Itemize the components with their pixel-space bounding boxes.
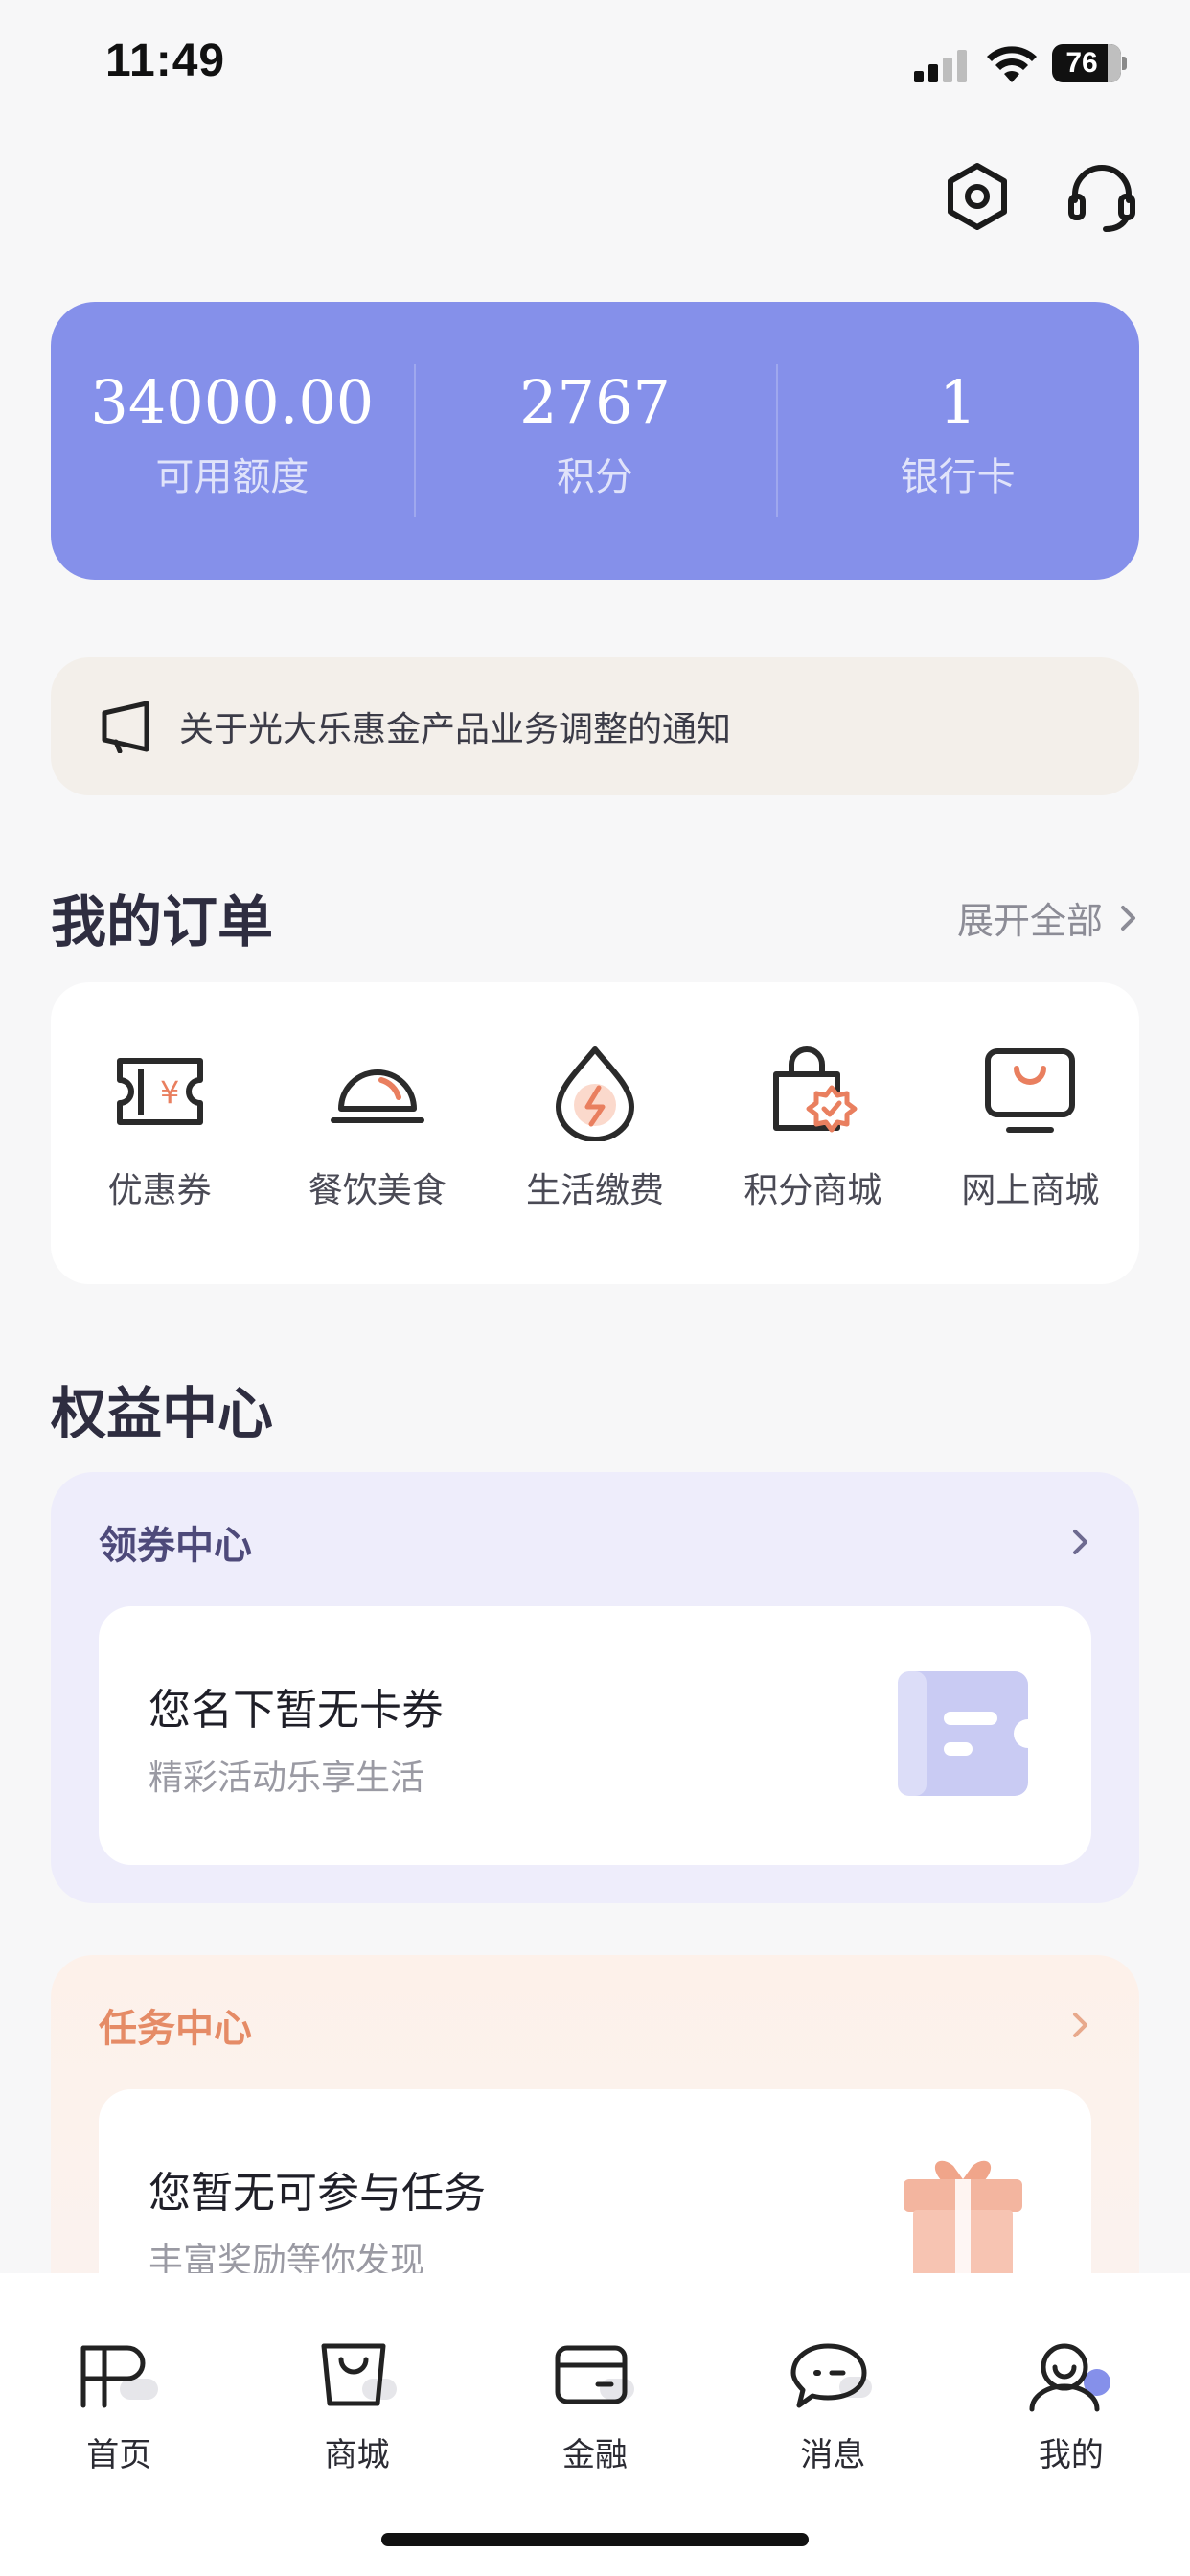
gift-box-icon — [904, 2160, 1022, 2279]
message-icon — [790, 2343, 873, 2408]
stat-bank-cards[interactable]: 1 银行卡 — [776, 364, 1139, 518]
notice-text: 关于光大乐惠金产品业务调整的通知 — [179, 710, 732, 749]
account-stats-card: 34000.00 可用额度 2767 积分 1 银行卡 — [51, 302, 1139, 580]
order-item-coupon[interactable]: ¥ 优惠券 — [51, 982, 268, 1284]
stat-available-credit[interactable]: 34000.00 可用额度 — [51, 364, 414, 518]
order-label: 网上商城 — [961, 1171, 1100, 1210]
stat-label: 可用额度 — [155, 455, 309, 499]
cellular-signal-icon — [914, 50, 967, 82]
orders-card: ¥ 优惠券 餐饮美食 生活缴费 积分商城 网上商城 — [51, 982, 1139, 1284]
stat-value: 1 — [938, 367, 977, 437]
order-label: 生活缴费 — [526, 1171, 665, 1210]
chevron-right-icon — [1121, 905, 1135, 931]
profile-icon — [1029, 2343, 1110, 2412]
task-empty-title: 您暂无可参与任务 — [149, 2169, 486, 2218]
notice-banner[interactable]: 关于光大乐惠金产品业务调整的通知 — [51, 657, 1139, 795]
order-item-points-mall[interactable]: 积分商城 — [704, 982, 922, 1284]
chevron-right-icon[interactable] — [1070, 1526, 1091, 1558]
svg-text:¥: ¥ — [160, 1074, 179, 1111]
status-time: 11:49 — [105, 35, 226, 86]
tab-finance[interactable]: 金融 — [476, 2273, 714, 2576]
tab-messages[interactable]: 消息 — [714, 2273, 951, 2576]
battery-level: 76 — [1065, 47, 1098, 79]
order-label: 积分商城 — [744, 1171, 882, 1210]
utility-drop-icon — [556, 1046, 634, 1141]
coupon-center-title[interactable]: 领券中心 — [99, 1514, 252, 1570]
stat-label: 积分 — [557, 455, 633, 499]
stat-value: 34000.00 — [90, 367, 375, 437]
settings-hexagon-icon[interactable] — [939, 158, 1016, 235]
wifi-icon — [987, 46, 1037, 82]
expand-all-link[interactable]: 展开全部 — [957, 891, 1139, 944]
tab-label: 我的 — [1038, 2436, 1104, 2474]
tab-home[interactable]: 首页 — [0, 2273, 238, 2576]
coupon-icon: ¥ — [116, 1058, 203, 1125]
points-bag-icon — [773, 1046, 858, 1133]
order-item-online-store[interactable]: 网上商城 — [922, 982, 1139, 1284]
coupon-empty-card[interactable]: 您名下暂无卡券 精彩活动乐享生活 — [99, 1606, 1091, 1865]
mall-icon — [321, 2343, 397, 2406]
tab-profile[interactable]: 我的 — [952, 2273, 1190, 2576]
chevron-right-icon[interactable] — [1070, 2009, 1091, 2041]
home-indicator — [381, 2533, 809, 2546]
stat-label: 银行卡 — [900, 455, 1016, 499]
coupon-empty-subtitle: 精彩活动乐享生活 — [149, 1759, 425, 1798]
order-label: 餐饮美食 — [308, 1171, 446, 1210]
finance-card-icon — [555, 2345, 635, 2404]
megaphone-icon — [102, 701, 149, 753]
order-item-utility[interactable]: 生活缴费 — [486, 982, 703, 1284]
stat-value: 2767 — [519, 367, 671, 437]
order-item-food[interactable]: 餐饮美食 — [268, 982, 486, 1284]
expand-all-label: 展开全部 — [956, 900, 1103, 942]
headset-icon[interactable] — [1064, 158, 1140, 235]
stat-points[interactable]: 2767 积分 — [413, 364, 777, 518]
tab-label: 金融 — [562, 2436, 629, 2474]
tab-label: 消息 — [800, 2436, 866, 2474]
order-label: 优惠券 — [107, 1171, 212, 1210]
rights-section-title: 权益中心 — [51, 1381, 274, 1446]
battery-icon: 76 — [1052, 44, 1127, 82]
bottom-tab-bar: 首页 商城 金融 消息 我的 — [0, 2273, 1190, 2576]
home-icon — [80, 2345, 159, 2408]
online-store-icon — [985, 1048, 1076, 1133]
tab-mall[interactable]: 商城 — [238, 2273, 475, 2576]
coupon-center-card: 领券中心 您名下暂无卡券 精彩活动乐享生活 — [51, 1472, 1139, 1903]
empty-coupon-illustration-icon — [898, 1671, 1028, 1796]
tab-label: 首页 — [86, 2436, 152, 2474]
orders-section-title: 我的订单 — [51, 889, 274, 954]
food-cloche-icon — [330, 1070, 424, 1123]
task-center-title[interactable]: 任务中心 — [99, 1997, 252, 2053]
status-bar: 11:49 76 — [0, 0, 1190, 134]
tab-label: 商城 — [324, 2436, 390, 2474]
coupon-empty-title: 您名下暂无卡券 — [149, 1686, 444, 1735]
